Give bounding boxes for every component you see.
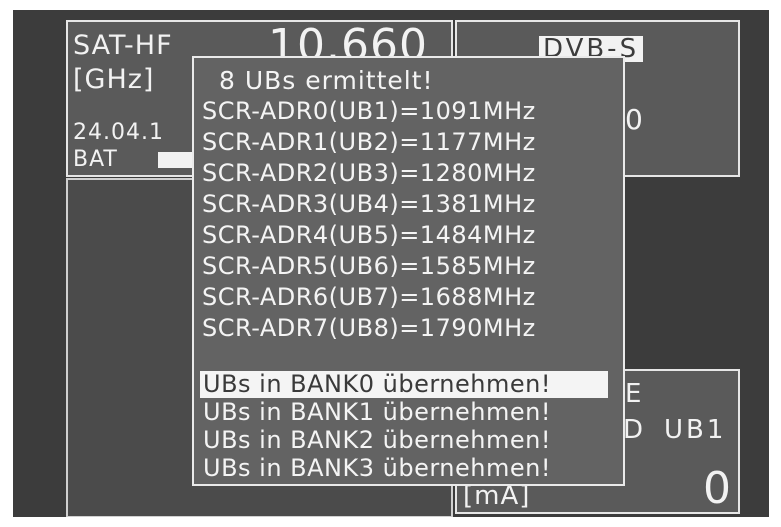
ub-entry: SCR-ADR6(UB7)=1688MHz: [202, 283, 536, 311]
ub-entry: SCR-ADR4(UB5)=1484MHz: [202, 221, 536, 249]
unit-label: [GHz]: [73, 64, 155, 95]
battery-label: BAT: [73, 147, 118, 172]
ub-entry: SCR-ADR3(UB4)=1381MHz: [202, 190, 536, 218]
bank1-option[interactable]: UBs in BANK1 übernehmen!: [200, 399, 608, 426]
partial-value: 0: [625, 103, 644, 136]
bank3-option[interactable]: UBs in BANK3 übernehmen!: [200, 455, 608, 482]
ub-scan-result-dialog: 8 UBs ermittelt! SCR-ADR0(UB1)=1091MHz S…: [192, 56, 625, 486]
bank0-option[interactable]: UBs in BANK0 übernehmen!: [200, 371, 608, 398]
current-unit-label: [mA]: [463, 481, 531, 511]
ub-entry: SCR-ADR2(UB3)=1280MHz: [202, 159, 536, 187]
ub-entry: SCR-ADR5(UB6)=1585MHz: [202, 252, 536, 280]
partial-prefix: D: [623, 415, 645, 445]
dialog-header: 8 UBs ermittelt!: [219, 66, 434, 95]
ub-entry: SCR-ADR1(UB2)=1177MHz: [202, 128, 536, 156]
partial-label: E: [625, 379, 643, 409]
mode-label: SAT-HF: [73, 30, 173, 61]
current-value: 0: [703, 463, 732, 514]
meter-screen: SAT-HF 10.660 [GHz] 24.04.1 BAT DVB-S 0 …: [13, 10, 769, 517]
date-text: 24.04.1: [73, 120, 164, 145]
bank2-option[interactable]: UBs in BANK2 übernehmen!: [200, 427, 608, 454]
ub-entry: SCR-ADR7(UB8)=1790MHz: [202, 314, 536, 342]
ub-label: UB1: [664, 415, 727, 445]
ub-entry: SCR-ADR0(UB1)=1091MHz: [202, 97, 536, 125]
